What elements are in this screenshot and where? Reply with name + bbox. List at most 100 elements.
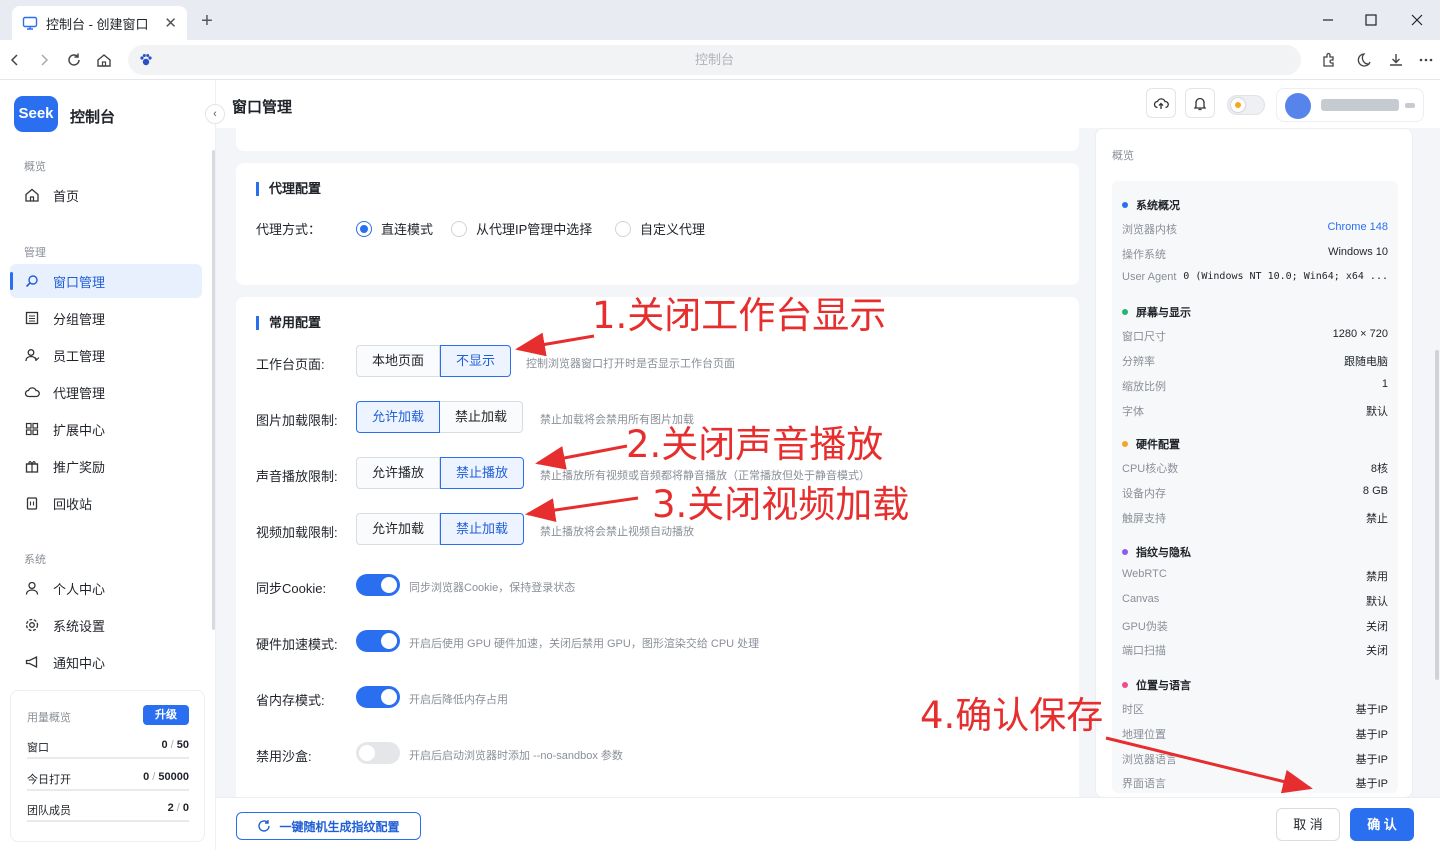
usage-bar	[27, 820, 189, 822]
minimize-button[interactable]	[1318, 10, 1338, 30]
sidebar-item-profile[interactable]: 个人中心	[10, 571, 202, 605]
sidebar-item-label: 分组管理	[53, 311, 106, 327]
extension-icon[interactable]	[1320, 51, 1338, 69]
sound-hint: 禁止播放所有视频或音频都将静音播放（正常播放但处于静音模式）	[540, 470, 870, 482]
option-block-video[interactable]: 禁止加载	[440, 513, 525, 545]
option-block-sound[interactable]: 禁止播放	[440, 457, 525, 489]
memory-saver-label: 省内存模式:	[256, 693, 325, 708]
maximize-button[interactable]	[1361, 10, 1381, 30]
usage-row-team-members: 团队成员 2 / 0	[27, 802, 189, 822]
video-segmented: 允许加载 禁止加载	[356, 513, 525, 545]
sync-cookie-switch[interactable]	[356, 574, 400, 596]
row-resolution: 分辨率 跟随电脑	[1122, 356, 1388, 368]
sidebar-item-settings[interactable]: 系统设置	[10, 608, 202, 642]
forward-icon[interactable]	[35, 51, 53, 69]
row-geolocation: 地理位置 基于IP	[1122, 729, 1388, 741]
back-icon[interactable]	[6, 51, 24, 69]
radio-direct-mode[interactable]: 直连模式	[356, 219, 433, 238]
more-icon[interactable]	[1417, 51, 1435, 69]
proxy-mode-label: 代理方式：	[256, 222, 322, 237]
option-local-page[interactable]: 本地页面	[356, 345, 441, 377]
sidebar-item-home[interactable]: 首页	[10, 178, 202, 212]
new-tab-button[interactable]: +	[198, 10, 216, 32]
usage-row-today-opened: 今日打开 0 / 50000	[27, 771, 189, 791]
row-canvas: Canvas 默认	[1122, 593, 1388, 608]
option-hide[interactable]: 不显示	[440, 345, 512, 377]
sidebar-item-extensions[interactable]: 扩展中心	[10, 412, 202, 446]
username-blurred	[1321, 99, 1399, 111]
option-allow-video[interactable]: 允许加载	[356, 513, 441, 545]
option-allow-sound[interactable]: 允许播放	[356, 457, 441, 489]
staff-icon	[24, 347, 40, 363]
usage-row-windows: 窗口 0 / 50	[27, 739, 189, 759]
home-browser-icon[interactable]	[95, 51, 113, 69]
sidebar-item-proxy[interactable]: 代理管理	[10, 375, 202, 409]
footer-bar: 一键随机生成指纹配置 取 消 确 认	[216, 797, 1440, 850]
page-title: 窗口管理	[232, 99, 293, 116]
memory-saver-switch[interactable]	[356, 686, 400, 708]
address-bar-row: 控制台	[0, 40, 1440, 80]
section-label-manage: 管理	[24, 247, 46, 259]
radio-custom-proxy[interactable]: 自定义代理	[615, 219, 705, 238]
close-tab-icon[interactable]: ✕	[164, 14, 177, 32]
radio-label: 从代理IP管理中选择	[476, 222, 593, 237]
row-ui-language: 界面语言 基于IP	[1122, 778, 1388, 790]
download-icon[interactable]	[1387, 51, 1405, 69]
sound-label: 声音播放限制:	[256, 469, 338, 484]
close-window-button[interactable]	[1407, 10, 1427, 30]
sidebar-scrollbar[interactable]	[212, 150, 215, 630]
row-gpu: GPU伪装 关闭	[1122, 621, 1388, 633]
sidebar-item-groups[interactable]: 分组管理	[10, 301, 202, 335]
panel-scrollbar[interactable]	[1435, 350, 1439, 680]
group-screen: 屏幕与显示	[1122, 304, 1191, 320]
collapse-sidebar-button[interactable]: ‹	[205, 104, 225, 124]
row-touch: 触屏支持 禁止	[1122, 513, 1388, 525]
sidebar-item-window-management[interactable]: 窗口管理	[10, 264, 202, 298]
confirm-button[interactable]: 确 认	[1350, 808, 1414, 841]
radio-proxy-from-list[interactable]: 从代理IP管理中选择	[451, 219, 592, 238]
bell-button[interactable]	[1185, 88, 1215, 118]
upgrade-button[interactable]: 升级	[143, 705, 189, 725]
row-os: 操作系统 Windows 10	[1122, 246, 1388, 261]
option-block-images[interactable]: 禁止加载	[440, 401, 524, 433]
generate-fingerprint-button[interactable]: 一键随机生成指纹配置	[236, 812, 421, 840]
sidebar-item-recycle-bin[interactable]: 回收站	[10, 486, 202, 520]
browser-tab[interactable]: 控制台 - 创建窗口 ✕	[12, 6, 187, 40]
url-field[interactable]: 控制台	[128, 45, 1301, 75]
workbench-label: 工作台页面:	[256, 357, 325, 372]
usage-bar	[27, 757, 189, 759]
sidebar-item-staff[interactable]: 员工管理	[10, 338, 202, 372]
row-window-size: 窗口尺寸 1280 × 720	[1122, 328, 1388, 343]
option-allow-images[interactable]: 允许加载	[356, 401, 441, 433]
theme-toggle[interactable]	[1227, 95, 1265, 115]
image-load-segmented: 允许加载 禁止加载	[356, 401, 524, 433]
common-config-card: 常用配置 工作台页面: 本地页面 不显示 控制浏览器窗口打开时是否显示工作台页面…	[236, 297, 1079, 850]
section-label-system: 系统	[24, 554, 46, 566]
usage-value: 0 / 50000	[143, 771, 189, 783]
cloud-upload-button[interactable]	[1146, 88, 1176, 118]
sidebar-item-referral[interactable]: 推广奖励	[10, 449, 202, 483]
disable-sandbox-switch[interactable]	[356, 742, 400, 764]
cancel-button[interactable]: 取 消	[1276, 808, 1340, 841]
annotation-step-2: 2.关闭声音播放	[626, 423, 884, 466]
disable-sandbox-hint: 开启后启动浏览器时添加 --no-sandbox 参数	[409, 750, 623, 762]
radio-label: 直连模式	[381, 222, 434, 237]
hardware-accel-switch[interactable]	[356, 630, 400, 652]
workbench-segmented: 本地页面 不显示	[356, 345, 512, 377]
reload-icon[interactable]	[65, 51, 83, 69]
sidebar-item-notifications[interactable]: 通知中心	[10, 645, 202, 679]
gift-icon	[24, 458, 40, 474]
gear-icon	[24, 617, 40, 633]
url-text: 控制台	[694, 52, 734, 67]
moon-icon[interactable]	[1357, 51, 1375, 69]
sidebar: Seek 控制台 概览 首页 管理 窗口管理 分组管理 员工管理 代理管理 扩展…	[0, 80, 216, 850]
user-account-chip[interactable]	[1276, 88, 1424, 122]
paw-icon	[138, 52, 154, 68]
overview-details: 系统概况 浏览器内核 Chrome 148 操作系统 Windows 10 User…	[1112, 181, 1398, 793]
refresh-icon	[257, 819, 271, 833]
sidebar-item-label: 首页	[53, 188, 80, 204]
usage-value: 2 / 0	[167, 802, 189, 814]
hardware-accel-hint: 开启后使用 GPU 硬件加速，关闭后禁用 GPU，图形渲染交给 CPU 处理	[409, 638, 760, 650]
workbench-hint: 控制浏览器窗口打开时是否显示工作台页面	[526, 358, 735, 370]
previous-card-bottom	[236, 128, 1079, 151]
